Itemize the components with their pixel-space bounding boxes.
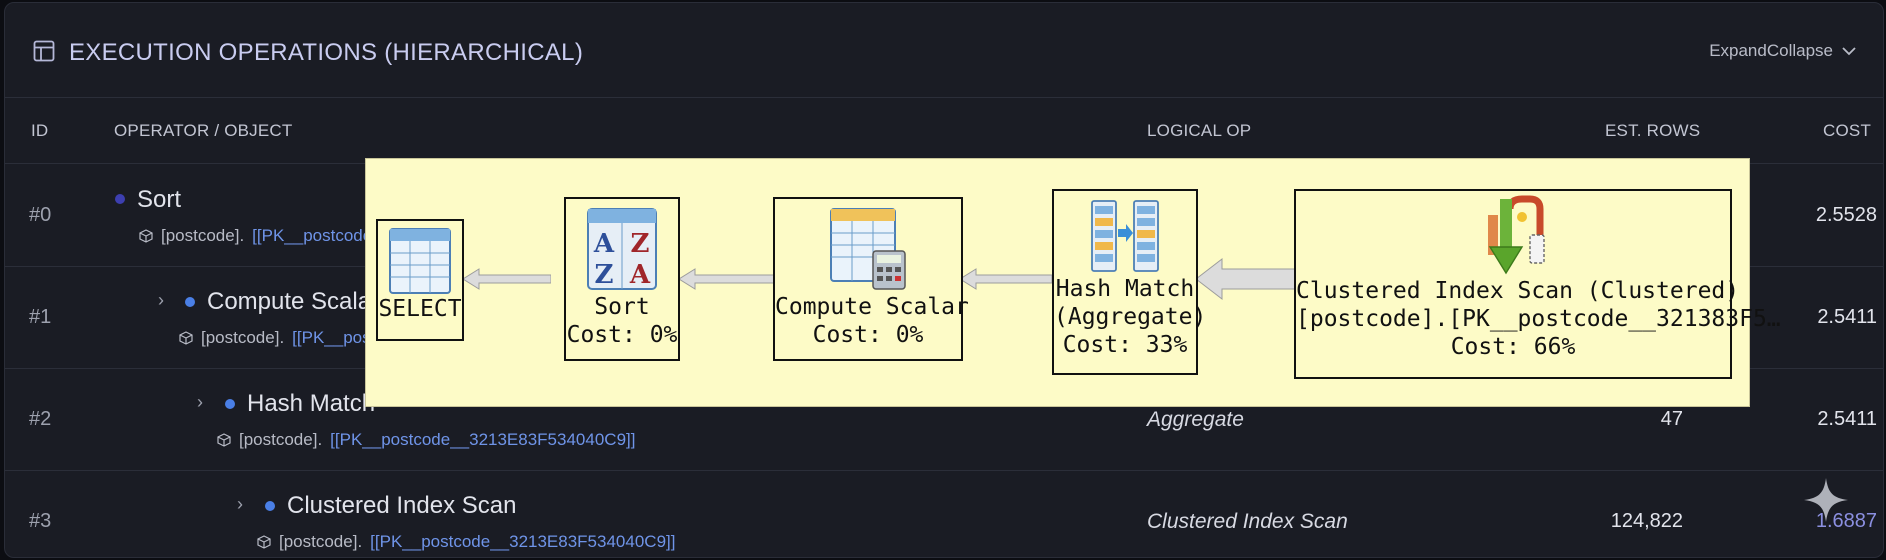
chevron-right-icon[interactable]: ›: [237, 494, 243, 515]
node-object: [postcode].[PK__postcode__321383F5…: [1296, 306, 1781, 332]
table-row[interactable]: #3 › Clustered Index Scan [postcode]. [[…: [5, 470, 1883, 557]
node-cost: Cost: 66%: [1450, 334, 1576, 360]
execution-operations-panel: EXECUTION OPERATIONS (HIERARCHICAL) Expa…: [4, 2, 1884, 558]
object-prefix: [postcode].: [279, 532, 363, 551]
est-rows: 124,822: [1610, 510, 1683, 532]
est-rows: 47: [1660, 408, 1683, 430]
chevron-right-icon[interactable]: ›: [158, 290, 164, 311]
operator-name: Compute Scala: [207, 288, 372, 315]
object-prefix: [postcode].: [161, 226, 245, 245]
status-dot: [115, 194, 125, 204]
object-link[interactable]: [[PK__postcode: [252, 226, 372, 246]
logical-op: Clustered Index Scan: [1147, 510, 1348, 533]
sort-az-icon: A Z Z A: [587, 208, 657, 290]
flow-arrow: [463, 268, 551, 290]
chevron-right-icon[interactable]: ›: [197, 392, 203, 413]
hash-match-icon: [1091, 200, 1159, 272]
svg-text:A: A: [629, 260, 651, 290]
execution-plan-overlay[interactable]: SELECT A Z Z A Sort Cost: 0% Compute Sca…: [365, 158, 1781, 407]
chevron-down-icon: [1842, 47, 1856, 56]
node-label: Sort: [594, 294, 650, 320]
cube-icon: [179, 331, 193, 345]
node-cost: Cost: 0%: [812, 322, 924, 348]
page-title: EXECUTION OPERATIONS (HIERARCHICAL): [69, 39, 584, 66]
node-label: SELECT: [378, 296, 462, 322]
plan-node-sort[interactable]: A Z Z A Sort Cost: 0%: [564, 197, 680, 361]
object-ref: [postcode]. [[PK__postcode: [139, 226, 372, 246]
row-id: #2: [29, 408, 52, 430]
flow-arrow: [679, 268, 775, 290]
node-sublabel: (Aggregate): [1054, 304, 1207, 330]
status-dot: [265, 501, 275, 511]
object-ref: [postcode]. [[PK__postcode__3213E83F5340…: [217, 430, 635, 450]
clustered-index-scan-icon: [1488, 195, 1545, 275]
row-id: #1: [29, 306, 52, 328]
operator-name: Sort: [137, 186, 182, 213]
flow-arrow: [1196, 257, 1296, 301]
status-dot: [185, 297, 195, 307]
table-layout-icon: [33, 40, 55, 62]
column-headers: ID OPERATOR / OBJECT LOGICAL OP EST. ROW…: [5, 97, 1883, 164]
plan-node-select[interactable]: SELECT: [376, 219, 464, 341]
panel-header: EXECUTION OPERATIONS (HIERARCHICAL) Expa…: [5, 3, 1883, 98]
toggle-label: ExpandCollapse: [1709, 41, 1833, 60]
cube-icon: [257, 535, 271, 549]
col-est-rows[interactable]: EST. ROWS: [1605, 121, 1700, 141]
object-link[interactable]: [[PK__post: [292, 328, 375, 348]
object-ref: [postcode]. [[PK__post: [179, 328, 375, 348]
row-cost: 2.5528: [1815, 204, 1877, 226]
row-id: #3: [29, 510, 52, 532]
plan-node-clustered-index-scan[interactable]: Clustered Index Scan (Clustered) [postco…: [1294, 189, 1781, 379]
status-dot: [225, 399, 235, 409]
object-ref: [postcode]. [[PK__postcode__3213E83F5340…: [257, 532, 675, 552]
object-prefix: [postcode].: [239, 430, 323, 449]
cube-icon: [217, 433, 231, 447]
logical-op: Aggregate: [1147, 408, 1244, 431]
table-grid-icon: [389, 228, 451, 294]
col-operator[interactable]: OPERATOR / OBJECT: [114, 121, 292, 141]
flow-arrow: [960, 268, 1052, 290]
object-link[interactable]: [[PK__postcode__3213E83F534040C9]]: [330, 430, 635, 450]
col-cost[interactable]: COST: [1823, 121, 1871, 141]
col-logical[interactable]: LOGICAL OP: [1147, 121, 1251, 141]
plan-node-hash-match[interactable]: Hash Match (Aggregate) Cost: 33%: [1052, 189, 1207, 375]
svg-text:Z: Z: [595, 260, 614, 290]
node-label: Compute Scalar: [775, 294, 969, 320]
svg-text:Z: Z: [631, 229, 650, 259]
operator-name: Hash Match: [247, 390, 376, 417]
svg-text:A: A: [593, 229, 615, 259]
node-label: Hash Match: [1055, 276, 1195, 302]
expand-collapse-toggle[interactable]: ExpandCollapse: [1709, 41, 1857, 61]
plan-node-compute-scalar[interactable]: Compute Scalar Cost: 0%: [773, 197, 969, 361]
cube-icon: [139, 229, 153, 243]
sparkle-icon: [1804, 478, 1848, 522]
calculator-table-icon: [830, 208, 906, 290]
row-cost: 2.5411: [1817, 408, 1877, 430]
node-cost: Cost: 0%: [566, 322, 678, 348]
row-cost: 2.5411: [1817, 306, 1877, 328]
object-link[interactable]: [[PK__postcode__3213E83F534040C9]]: [370, 532, 675, 552]
node-label: Clustered Index Scan (Clustered): [1296, 278, 1740, 304]
row-id: #0: [29, 204, 52, 226]
node-cost: Cost: 33%: [1062, 332, 1188, 358]
operator-name: Clustered Index Scan: [287, 492, 517, 519]
col-id[interactable]: ID: [31, 121, 48, 141]
object-prefix: [postcode].: [201, 328, 285, 347]
